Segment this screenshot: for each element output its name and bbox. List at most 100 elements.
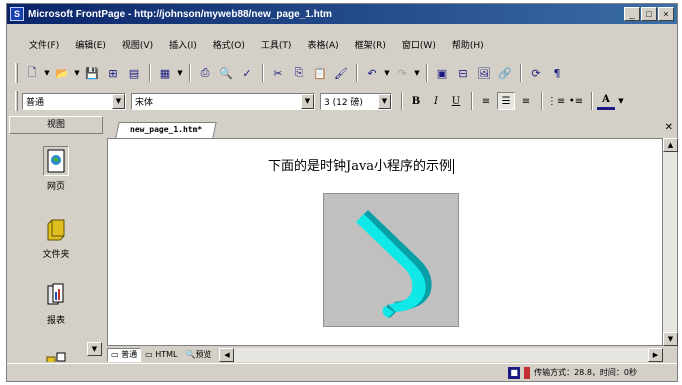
toolbar-separator xyxy=(356,64,358,82)
minimize-button[interactable]: _ xyxy=(624,7,640,21)
menu-file[interactable]: 文件(F) xyxy=(29,38,59,51)
bulleted-list-icon[interactable]: •≡ xyxy=(567,92,585,110)
hyperlink-icon[interactable]: 🔗 xyxy=(495,64,515,82)
open-icon[interactable]: 📂 xyxy=(52,64,72,82)
print-icon[interactable]: ⎙ xyxy=(195,64,215,82)
font-select[interactable]: 宋体 ▼ xyxy=(131,92,315,110)
style-select[interactable]: 普通 ▼ xyxy=(22,92,126,110)
insert-component-icon[interactable]: ▣ xyxy=(432,64,452,82)
paste-icon[interactable]: 📋 xyxy=(310,64,330,82)
menu-window[interactable]: 窗口(W) xyxy=(402,38,436,51)
views-bar-title: 视图 xyxy=(9,116,103,134)
status-text: 传输方式：28.8，时间：0秒 xyxy=(534,368,637,377)
spelling-icon[interactable]: ✓ xyxy=(237,64,257,82)
toolbar-grip[interactable] xyxy=(15,91,18,111)
font-color-button[interactable]: A xyxy=(597,92,615,110)
page-view-icon xyxy=(43,146,69,176)
title-bar[interactable]: S Microsoft FrontPage - http://johnson/m… xyxy=(7,4,677,24)
copy-icon[interactable]: ⎘ xyxy=(289,64,309,82)
toolbar-separator xyxy=(262,64,264,82)
toolbar-separator xyxy=(471,92,473,110)
document-tab-label: new_page_1.htm* xyxy=(130,125,203,134)
editor-horizontal-scrollbar[interactable]: ◀ ▶ xyxy=(219,347,663,362)
scroll-right-icon[interactable]: ▶ xyxy=(648,347,663,362)
font-size-select[interactable]: 3 (12 磅) ▼ xyxy=(320,92,392,110)
hook-graphic xyxy=(356,210,432,318)
redo-icon[interactable]: ↷ xyxy=(392,64,412,82)
chevron-down-icon[interactable]: ▼ xyxy=(301,93,314,109)
menu-frames[interactable]: 框架(R) xyxy=(355,38,386,51)
views-item-reports[interactable]: 报表 xyxy=(29,280,83,326)
scroll-down-icon[interactable]: ▼ xyxy=(663,332,678,346)
align-right-icon[interactable]: ≡ xyxy=(517,92,535,110)
views-item-folders[interactable]: 文件夹 xyxy=(29,214,83,260)
chevron-down-icon[interactable]: ▼ xyxy=(112,93,125,109)
navigation-icon[interactable]: ▦ xyxy=(155,64,175,82)
views-item-label: 网页 xyxy=(46,182,65,192)
editor-vertical-scrollbar[interactable]: ▲ ▼ xyxy=(663,138,678,346)
scroll-up-icon[interactable]: ▲ xyxy=(663,138,678,152)
font-size-value: 3 (12 磅) xyxy=(324,97,363,108)
chevron-down-icon[interactable]: ▼ xyxy=(413,64,421,82)
views-item-page[interactable]: 网页 xyxy=(29,146,83,192)
close-document-icon[interactable]: ✕ xyxy=(665,122,673,133)
show-all-icon[interactable]: ¶ xyxy=(547,64,567,82)
views-item-label: 报表 xyxy=(46,316,65,326)
italic-button[interactable]: I xyxy=(427,92,445,110)
preview-icon[interactable]: 🔍 xyxy=(216,64,236,82)
new-page-icon[interactable]: 🗋 xyxy=(22,64,42,82)
align-center-icon[interactable]: ☰ xyxy=(497,92,515,110)
menu-help[interactable]: 帮助(H) xyxy=(452,38,484,51)
maximize-button[interactable]: □ xyxy=(641,7,657,21)
reports-view-icon xyxy=(43,280,69,310)
chevron-down-icon[interactable]: ▼ xyxy=(43,64,51,82)
menu-tools[interactable]: 工具(T) xyxy=(261,38,292,51)
menu-insert[interactable]: 插入(I) xyxy=(169,38,197,51)
java-clock-applet[interactable] xyxy=(323,193,459,327)
insert-picture-icon[interactable]: 🖼 xyxy=(474,64,494,82)
chevron-down-icon[interactable]: ▼ xyxy=(176,64,184,82)
menu-view[interactable]: 视图(V) xyxy=(122,38,153,51)
bold-button[interactable]: B xyxy=(407,92,425,110)
folder-view-icon xyxy=(43,214,69,244)
publish-icon[interactable]: ⊞ xyxy=(103,64,123,82)
chevron-down-icon[interactable]: ▼ xyxy=(73,64,81,82)
document-text-content: 下面的是时钟Java小程序的示例 xyxy=(268,159,453,174)
menu-table[interactable]: 表格(A) xyxy=(307,38,338,51)
download-time-icon xyxy=(524,366,531,379)
window-title: Microsoft FrontPage - http://johnson/myw… xyxy=(28,8,332,20)
tab-html[interactable]: ▭ HTML xyxy=(141,348,181,362)
navigation-view-icon xyxy=(43,342,69,362)
undo-icon[interactable]: ↶ xyxy=(362,64,382,82)
numbered-list-icon[interactable]: ⋮≡ xyxy=(547,92,565,110)
toolbar-separator xyxy=(591,92,593,110)
document-text[interactable]: 下面的是时钟Java小程序的示例 xyxy=(268,155,455,174)
chevron-down-icon[interactable]: ▼ xyxy=(383,64,391,82)
editor-area[interactable]: 下面的是时钟Java小程序的示例 xyxy=(107,138,663,346)
tab-preview[interactable]: 🔍预览 xyxy=(181,348,215,362)
chevron-down-icon[interactable]: ▼ xyxy=(378,93,391,109)
underline-button[interactable]: U xyxy=(447,92,465,110)
style-value: 普通 xyxy=(26,97,45,108)
tab-normal[interactable]: ▭ 普通 xyxy=(107,347,142,362)
frontpage-app-icon[interactable]: S xyxy=(10,7,24,21)
connection-status-icon: ■ xyxy=(508,366,521,379)
save-icon[interactable]: 💾 xyxy=(82,64,102,82)
views-item-navigation[interactable] xyxy=(29,342,83,362)
scroll-left-icon[interactable]: ◀ xyxy=(219,347,235,362)
toolbar-grip[interactable] xyxy=(15,63,18,83)
format-painter-icon[interactable]: 🖌 xyxy=(331,64,351,82)
window-controls: _ □ × xyxy=(624,7,674,21)
cut-icon[interactable]: ✂ xyxy=(268,64,288,82)
tab-preview-label: 预览 xyxy=(195,349,212,359)
menu-edit[interactable]: 编辑(E) xyxy=(75,38,106,51)
document-tab[interactable]: new_page_1.htm* xyxy=(115,122,217,138)
views-scroll-down-icon[interactable]: ▼ xyxy=(87,342,102,356)
menu-format[interactable]: 格式(O) xyxy=(213,38,245,51)
close-button[interactable]: × xyxy=(658,7,674,21)
insert-table-icon[interactable]: ⊟ xyxy=(453,64,473,82)
refresh-icon[interactable]: ⟳ xyxy=(526,64,546,82)
folder-list-icon[interactable]: ▤ xyxy=(124,64,144,82)
chevron-down-icon[interactable]: ▼ xyxy=(617,92,625,110)
align-left-icon[interactable]: ≡ xyxy=(477,92,495,110)
